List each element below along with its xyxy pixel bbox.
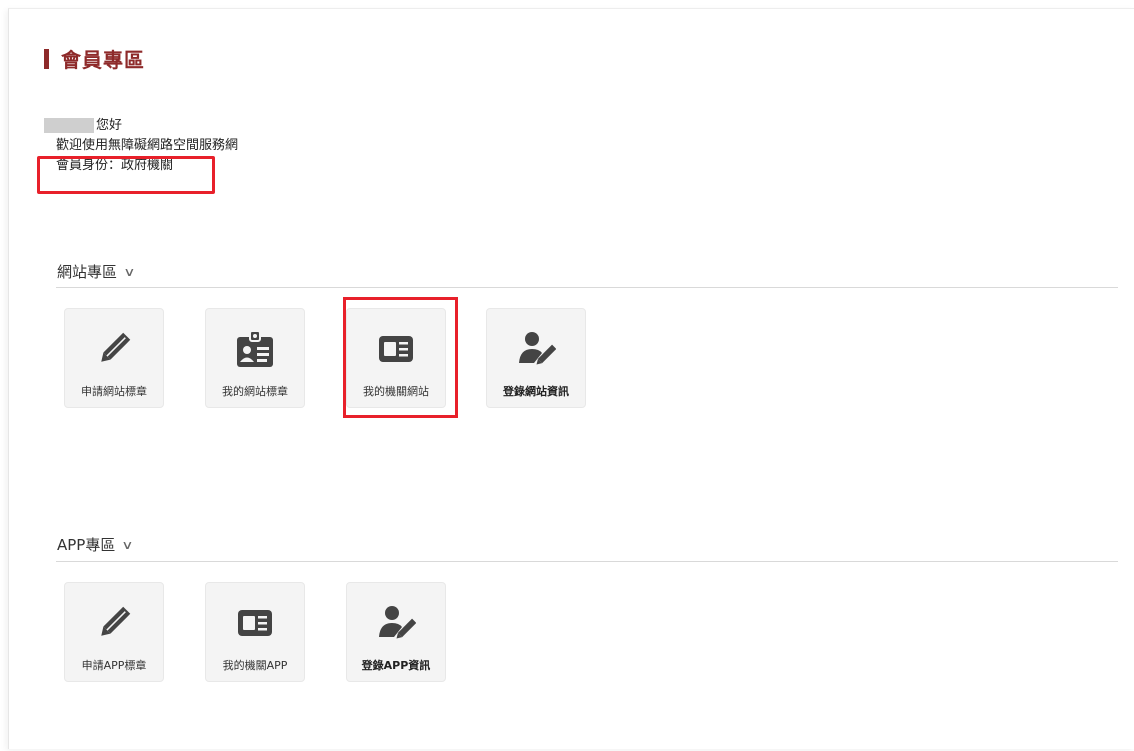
tile-label: 登錄網站資訊 xyxy=(503,385,569,398)
user-edit-icon xyxy=(516,329,556,369)
greeting-hello: 您好 xyxy=(96,118,123,133)
tile-label: 申請APP標章 xyxy=(81,659,147,672)
tile-apply-app-badge[interactable]: 申請APP標章 xyxy=(64,582,164,682)
tile-label: 登錄APP資訊 xyxy=(361,659,431,672)
tile-register-app-info[interactable]: 登錄APP資訊 xyxy=(346,582,446,682)
identity-highlight-box xyxy=(37,156,215,194)
tile-my-agency-app[interactable]: 我的機關APP xyxy=(205,582,305,682)
id-badge-icon xyxy=(235,329,275,369)
section-divider xyxy=(56,287,1118,288)
section-website-toggle[interactable]: 網站專區 ∨ xyxy=(57,261,136,282)
redacted-username xyxy=(44,118,94,133)
chevron-down-icon: ∨ xyxy=(121,537,134,552)
user-edit-icon xyxy=(376,603,416,643)
pencil-icon xyxy=(94,329,134,369)
section-app-title: APP專區 xyxy=(57,536,116,554)
welcome-text: 歡迎使用無障礙網路空間服務網 xyxy=(56,138,239,153)
page-title-text: 會員專區 xyxy=(61,48,145,72)
tile-apply-website-badge[interactable]: 申請網站標章 xyxy=(64,308,164,408)
page-title: 會員專區 xyxy=(44,44,145,73)
section-divider xyxy=(56,561,1118,562)
tile-register-website-info[interactable]: 登錄網站資訊 xyxy=(486,308,586,408)
agency-website-highlight-box xyxy=(343,297,458,418)
title-accent-bar xyxy=(44,48,49,69)
greeting-line: 您好 xyxy=(44,116,238,136)
chevron-down-icon: ∨ xyxy=(123,264,136,279)
tile-label: 我的機關APP xyxy=(222,659,288,672)
section-app-toggle[interactable]: APP專區 ∨ xyxy=(57,534,134,555)
id-card-icon xyxy=(235,603,275,643)
section-website-title: 網站專區 xyxy=(57,263,118,281)
tile-label: 我的網站標章 xyxy=(222,385,288,398)
pencil-icon xyxy=(94,603,134,643)
tile-label: 申請網站標章 xyxy=(81,385,147,398)
tile-my-website-badge[interactable]: 我的網站標章 xyxy=(205,308,305,408)
